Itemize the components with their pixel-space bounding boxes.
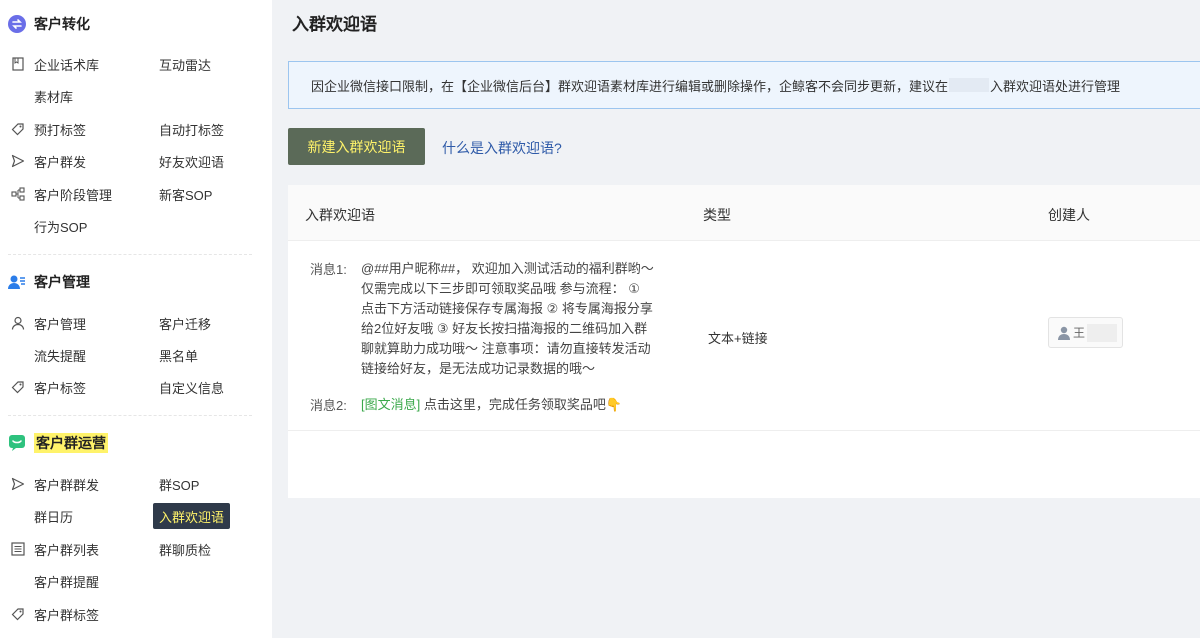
conversion-icon bbox=[8, 15, 26, 33]
table-row: 消息1: @##用户昵称##， 欢迎加入测试活动的福利群哟～ 仅需完成以下三步即… bbox=[288, 241, 1200, 431]
message-1-content: @##用户昵称##， 欢迎加入测试活动的福利群哟～ 仅需完成以下三步即可领取奖品… bbox=[361, 261, 654, 376]
sidebar-item-group-calendar[interactable]: 群日历 bbox=[10, 505, 73, 527]
section-group-operations[interactable]: 客户群运营 bbox=[8, 431, 108, 455]
sidebar-item-group-sop[interactable]: 群SOP bbox=[159, 473, 199, 495]
header-creator: 创建人 bbox=[1048, 207, 1090, 223]
sidebar-item-customer-stage[interactable]: 客户阶段管理 bbox=[10, 183, 112, 205]
sidebar-item-group-welcome[interactable]: 入群欢迎语 bbox=[153, 503, 231, 529]
flow-icon bbox=[10, 186, 26, 202]
sidebar-item-group-reminder[interactable]: 客户群提醒 bbox=[10, 570, 99, 592]
section-title: 客户转化 bbox=[34, 16, 90, 32]
help-link[interactable]: 什么是入群欢迎语? bbox=[442, 138, 562, 158]
section-customer-conversion[interactable]: 客户转化 bbox=[8, 12, 90, 36]
users-icon bbox=[8, 273, 26, 291]
divider bbox=[8, 415, 252, 416]
notice-text: 因企业微信接口限制，在【企业微信后台】群欢迎语素材库进行编辑或删除操作，企鲸客不… bbox=[311, 78, 949, 94]
send-icon bbox=[10, 476, 26, 492]
sidebar-item-group-tags[interactable]: 客户群标签 bbox=[10, 603, 99, 625]
sidebar-item-churn-alert[interactable]: 流失提醒 bbox=[10, 344, 86, 366]
message-2-content: [图文消息] 点击这里，完成任务领取奖品吧👇 bbox=[361, 397, 623, 412]
message-1-label: 消息1: bbox=[310, 262, 347, 277]
sidebar-item-group-quality-check[interactable]: 群聊质检 bbox=[159, 538, 211, 560]
header-type: 类型 bbox=[703, 207, 731, 223]
new-welcome-button[interactable]: 新建入群欢迎语 bbox=[288, 128, 425, 165]
section-title: 客户群运营 bbox=[34, 433, 108, 453]
notice-banner: 因企业微信接口限制，在【企业微信后台】群欢迎语素材库进行编辑或删除操作，企鲸客不… bbox=[288, 61, 1200, 109]
redacted-text bbox=[949, 78, 990, 92]
sidebar-item-pre-tag[interactable]: 预打标签 bbox=[10, 118, 86, 140]
sidebar-item-new-customer-sop[interactable]: 新客SOP bbox=[159, 183, 212, 205]
sidebar-item-friend-welcome[interactable]: 好友欢迎语 bbox=[159, 150, 224, 172]
header-welcome: 入群欢迎语 bbox=[305, 207, 375, 223]
notice-tail: 入群欢迎语处进行管理 bbox=[990, 78, 1121, 94]
sidebar-item-blacklist[interactable]: 黑名单 bbox=[159, 344, 198, 366]
tag-icon bbox=[10, 121, 26, 137]
sidebar-item-material-library[interactable]: 素材库 bbox=[10, 85, 73, 107]
sidebar: 客户转化 企业话术库 互动雷达 素材库 预打标签 自动打标签 客户群发 好友欢迎… bbox=[0, 0, 272, 638]
creator-name: 王 bbox=[1073, 326, 1086, 340]
main-content: 入群欢迎语 因企业微信接口限制，在【企业微信后台】群欢迎语素材库进行编辑或删除操… bbox=[272, 0, 1200, 638]
tag-icon bbox=[10, 606, 26, 622]
sidebar-item-script-library[interactable]: 企业话术库 bbox=[10, 53, 99, 75]
sidebar-item-behavior-sop[interactable]: 行为SOP bbox=[10, 215, 87, 237]
welcome-table: 入群欢迎语 类型 创建人 消息1: @##用户昵称##， 欢迎加入测试活动的福利… bbox=[288, 185, 1200, 498]
sidebar-item-group-list[interactable]: 客户群列表 bbox=[10, 538, 99, 560]
sidebar-item-custom-info[interactable]: 自定义信息 bbox=[159, 376, 224, 398]
sidebar-item-interaction-radar[interactable]: 互动雷达 bbox=[159, 53, 211, 75]
section-customer-management[interactable]: 客户管理 bbox=[8, 270, 90, 294]
rich-message-tag: [图文消息] bbox=[361, 397, 421, 412]
list-icon bbox=[10, 541, 26, 557]
chat-icon bbox=[8, 434, 26, 452]
page-title: 入群欢迎语 bbox=[292, 15, 377, 34]
sidebar-item-customer-tags[interactable]: 客户标签 bbox=[10, 376, 86, 398]
divider bbox=[8, 254, 252, 255]
redacted-name bbox=[1087, 323, 1118, 342]
type-cell: 文本+链接 bbox=[708, 331, 768, 346]
sidebar-item-auto-tag[interactable]: 自动打标签 bbox=[159, 118, 224, 140]
tag-icon bbox=[10, 379, 26, 395]
message-2-label: 消息2: bbox=[310, 398, 347, 413]
sidebar-item-customer-broadcast[interactable]: 客户群发 bbox=[10, 150, 86, 172]
creator-chip: 王 bbox=[1048, 317, 1123, 348]
table-header: 入群欢迎语 类型 创建人 bbox=[288, 185, 1200, 241]
send-icon bbox=[10, 153, 26, 169]
user-icon bbox=[10, 315, 26, 331]
sidebar-item-customer-management[interactable]: 客户管理 bbox=[10, 312, 86, 334]
document-icon bbox=[10, 56, 26, 72]
sidebar-item-group-broadcast[interactable]: 客户群群发 bbox=[10, 473, 99, 495]
section-title: 客户管理 bbox=[34, 274, 90, 290]
user-icon bbox=[1058, 326, 1070, 340]
sidebar-item-customer-migration[interactable]: 客户迁移 bbox=[159, 312, 211, 334]
